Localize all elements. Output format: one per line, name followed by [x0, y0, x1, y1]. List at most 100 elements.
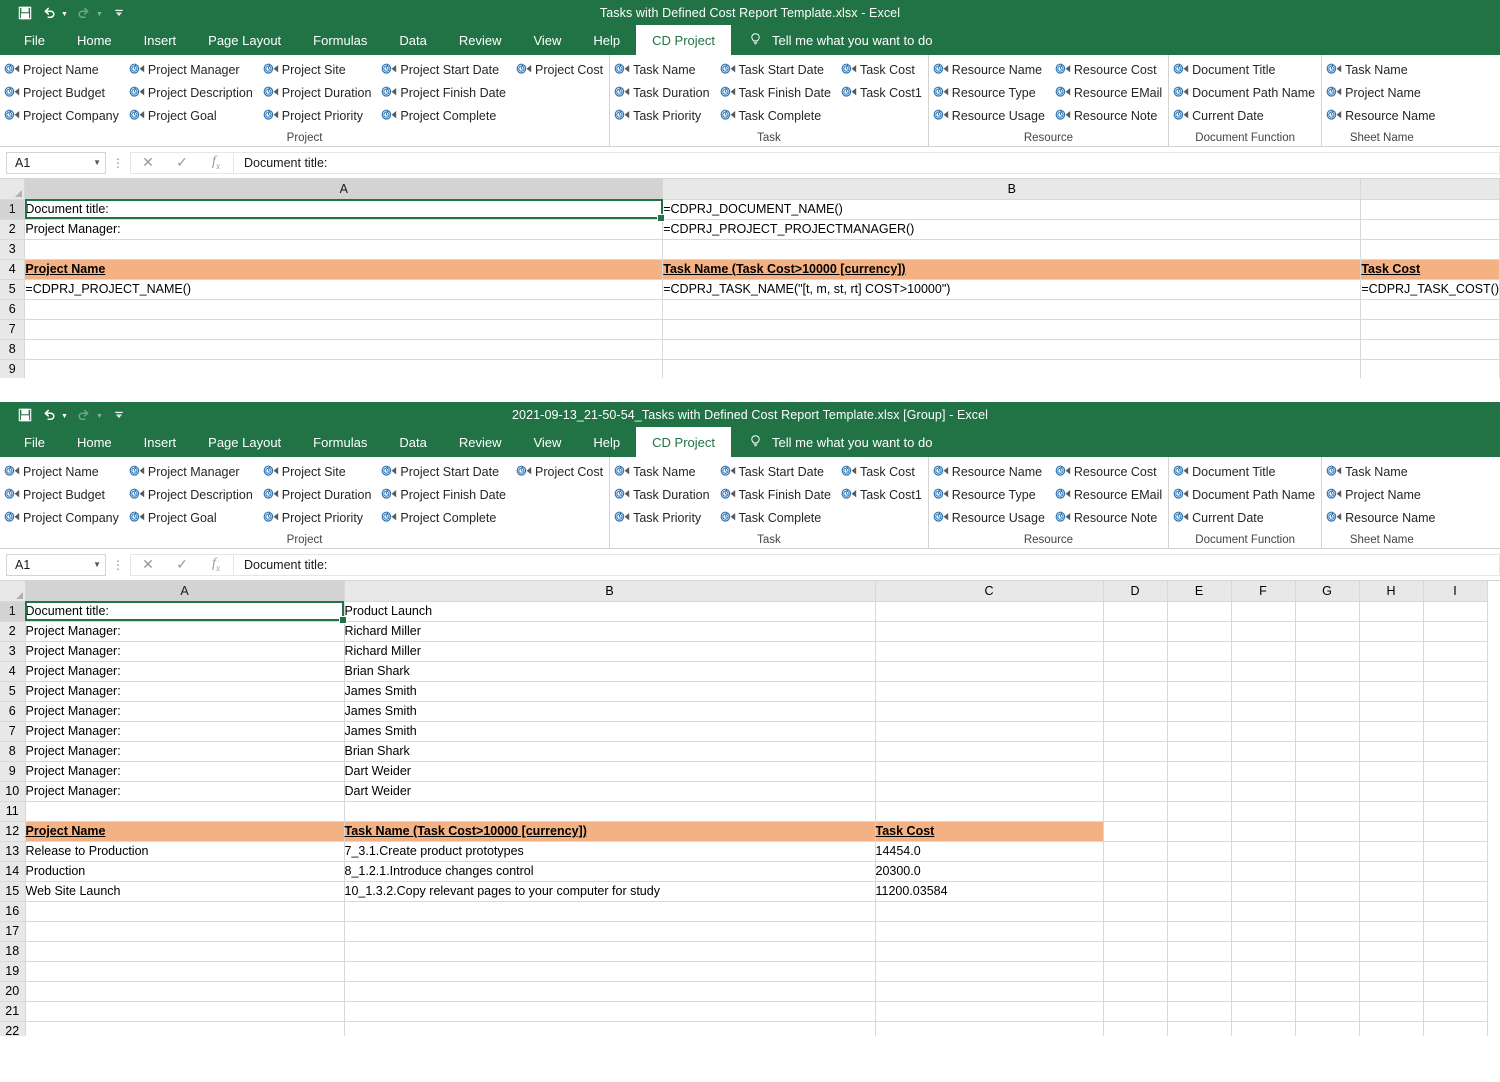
ribbon-item-task-cost[interactable]: Task Cost: [837, 460, 928, 483]
ribbon-item-task-name[interactable]: Task Name: [1322, 460, 1441, 483]
cell-H18[interactable]: [1359, 941, 1423, 961]
cell-B3[interactable]: [663, 239, 1361, 259]
cell-x1[interactable]: [1361, 199, 1500, 219]
row-header-1[interactable]: 1: [0, 199, 25, 219]
tab-page-layout[interactable]: Page Layout: [192, 25, 297, 55]
column-header-G[interactable]: G: [1295, 581, 1359, 601]
row-header-18[interactable]: 18: [0, 941, 25, 961]
cell-G2[interactable]: [1295, 621, 1359, 641]
tab-review[interactable]: Review: [443, 25, 518, 55]
cell-I8[interactable]: [1423, 741, 1487, 761]
cell-H5[interactable]: [1359, 681, 1423, 701]
cell-E19[interactable]: [1167, 961, 1231, 981]
cell-I16[interactable]: [1423, 901, 1487, 921]
cell-I2[interactable]: [1423, 621, 1487, 641]
cell-I1[interactable]: [1423, 601, 1487, 621]
cell-A8[interactable]: Project Manager:: [25, 741, 344, 761]
cell-D12[interactable]: [1103, 821, 1167, 841]
ribbon-item-project-finish-date[interactable]: Project Finish Date: [377, 81, 512, 104]
tab-view[interactable]: View: [517, 427, 577, 457]
chevron-down-icon[interactable]: ▼: [93, 159, 101, 167]
cell-C3[interactable]: [875, 641, 1103, 661]
ribbon-item-resource-email[interactable]: Resource EMail: [1051, 483, 1168, 506]
cell-C4[interactable]: [875, 661, 1103, 681]
cell-E21[interactable]: [1167, 1001, 1231, 1021]
cell-C1[interactable]: [875, 601, 1103, 621]
tab-view[interactable]: View: [517, 25, 577, 55]
cell-G4[interactable]: [1295, 661, 1359, 681]
cell-B13[interactable]: 7_3.1.Create product prototypes: [344, 841, 875, 861]
ribbon-item-resource-note[interactable]: Resource Note: [1051, 506, 1168, 529]
cell-C6[interactable]: [875, 701, 1103, 721]
ribbon-item-task-name[interactable]: Task Name: [1322, 58, 1441, 81]
cell-A11[interactable]: [25, 801, 344, 821]
cell-D11[interactable]: [1103, 801, 1167, 821]
cell-B3[interactable]: Richard Miller: [344, 641, 875, 661]
cell-D2[interactable]: [1103, 621, 1167, 641]
ribbon-item-project-name[interactable]: Project Name: [1322, 81, 1441, 104]
tab-formulas[interactable]: Formulas: [297, 427, 383, 457]
name-box[interactable]: A1▼: [6, 554, 106, 576]
cell-H11[interactable]: [1359, 801, 1423, 821]
cell-A22[interactable]: [25, 1021, 344, 1036]
undo-icon[interactable]: [38, 405, 60, 425]
name-box[interactable]: A1▼: [6, 152, 106, 174]
cell-I22[interactable]: [1423, 1021, 1487, 1036]
cell-C13[interactable]: 14454.0: [875, 841, 1103, 861]
cell-G18[interactable]: [1295, 941, 1359, 961]
cell-D7[interactable]: [1103, 721, 1167, 741]
cell-B14[interactable]: 8_1.2.1.Introduce changes control: [344, 861, 875, 881]
ribbon-item-task-start-date[interactable]: Task Start Date: [716, 58, 837, 81]
cell-H6[interactable]: [1359, 701, 1423, 721]
select-all-corner[interactable]: [0, 179, 25, 199]
tell-me-box[interactable]: Tell me what you want to do: [731, 427, 946, 457]
cell-A9[interactable]: Project Manager:: [25, 761, 344, 781]
cell-A14[interactable]: Production: [25, 861, 344, 881]
cell-I12[interactable]: [1423, 821, 1487, 841]
ribbon-item-project-manager[interactable]: Project Manager: [125, 460, 259, 483]
row-header-1[interactable]: 1: [0, 601, 25, 621]
cell-x5[interactable]: =CDPRJ_TASK_COST(): [1361, 279, 1500, 299]
cell-B17[interactable]: [344, 921, 875, 941]
cell-H8[interactable]: [1359, 741, 1423, 761]
cell-F21[interactable]: [1231, 1001, 1295, 1021]
row-header-9[interactable]: 9: [0, 359, 25, 378]
customize-quick-access-icon[interactable]: [108, 3, 130, 23]
row-header-14[interactable]: 14: [0, 861, 25, 881]
cell-I19[interactable]: [1423, 961, 1487, 981]
cell-F12[interactable]: [1231, 821, 1295, 841]
cell-x4[interactable]: Task Cost: [1361, 259, 1500, 279]
customize-quick-access-icon[interactable]: [108, 405, 130, 425]
fx-icon[interactable]: fx: [199, 153, 233, 173]
cell-C20[interactable]: [875, 981, 1103, 1001]
cell-E12[interactable]: [1167, 821, 1231, 841]
cell-A6[interactable]: [25, 299, 663, 319]
cell-C8[interactable]: [875, 741, 1103, 761]
cell-I10[interactable]: [1423, 781, 1487, 801]
row-header-9[interactable]: 9: [0, 761, 25, 781]
cell-G16[interactable]: [1295, 901, 1359, 921]
cell-A20[interactable]: [25, 981, 344, 1001]
cell-G6[interactable]: [1295, 701, 1359, 721]
ribbon-item-project-complete[interactable]: Project Complete: [377, 506, 512, 529]
tab-data[interactable]: Data: [383, 25, 442, 55]
redo-icon[interactable]: [73, 405, 95, 425]
cell-E16[interactable]: [1167, 901, 1231, 921]
cell-C17[interactable]: [875, 921, 1103, 941]
cell-B7[interactable]: James Smith: [344, 721, 875, 741]
ribbon-item-task-finish-date[interactable]: Task Finish Date: [716, 81, 837, 104]
ribbon-item-resource-name[interactable]: Resource Name: [929, 58, 1051, 81]
cell-F13[interactable]: [1231, 841, 1295, 861]
ribbon-item-project-budget[interactable]: Project Budget: [0, 483, 125, 506]
cell-F19[interactable]: [1231, 961, 1295, 981]
ribbon-item-resource-email[interactable]: Resource EMail: [1051, 81, 1168, 104]
cell-H15[interactable]: [1359, 881, 1423, 901]
cell-B18[interactable]: [344, 941, 875, 961]
ribbon-item-resource-note[interactable]: Resource Note: [1051, 104, 1168, 127]
cell-G10[interactable]: [1295, 781, 1359, 801]
cell-A10[interactable]: Project Manager:: [25, 781, 344, 801]
ribbon-item-task-name[interactable]: Task Name: [610, 58, 715, 81]
cell-E5[interactable]: [1167, 681, 1231, 701]
row-header-3[interactable]: 3: [0, 641, 25, 661]
row-header-20[interactable]: 20: [0, 981, 25, 1001]
